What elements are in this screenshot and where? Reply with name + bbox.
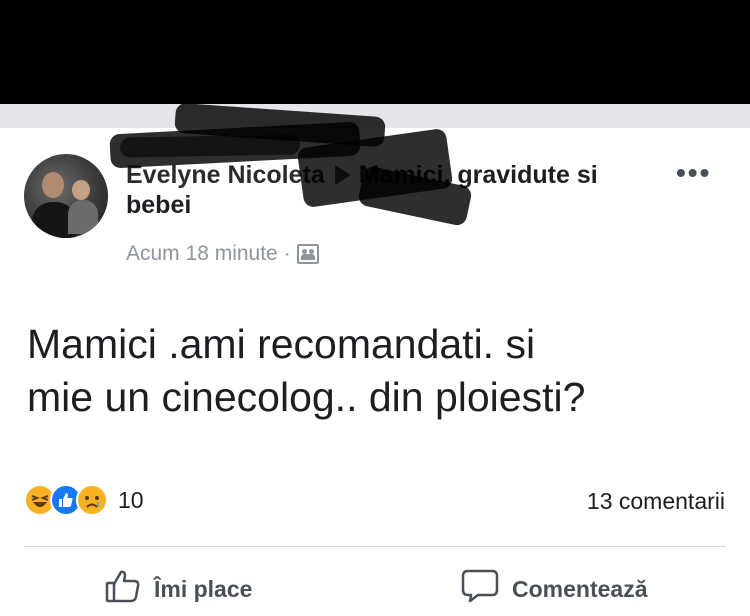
post-message-line: Mamici .ami recomandati. si <box>27 321 536 367</box>
reaction-count: 10 <box>118 486 144 513</box>
like-button-label: Îmi place <box>154 575 253 602</box>
thumbs-up-icon <box>104 568 142 610</box>
comment-button-label: Comentează <box>512 575 648 602</box>
group-audience-icon <box>296 244 319 264</box>
post-meta: Acum 18 minute · <box>126 242 319 266</box>
post-message-line: mie un cinecolog.. din ploiesti? <box>27 374 586 420</box>
reactions-summary[interactable]: 10 <box>24 483 144 517</box>
more-options-button[interactable]: ••• <box>676 159 711 187</box>
comment-button[interactable]: Comentează <box>460 568 647 610</box>
divider <box>24 546 726 547</box>
comment-bubble-icon <box>460 568 500 610</box>
redacted-top-bar <box>0 0 750 104</box>
sad-icon <box>76 484 108 516</box>
post-message: Mamici .ami recomandati. si mie un cinec… <box>27 318 727 424</box>
group-post: Evelyne Nicoleta Mamici, gravidute si beb… <box>0 102 750 616</box>
like-button[interactable]: Îmi place <box>104 568 252 610</box>
redaction-scribble <box>119 134 301 158</box>
comments-count-link[interactable]: 13 comentarii <box>587 488 725 515</box>
separator-dot: · <box>283 242 291 265</box>
author-avatar[interactable] <box>24 154 108 238</box>
post-timestamp[interactable]: Acum 18 minute <box>126 242 278 266</box>
